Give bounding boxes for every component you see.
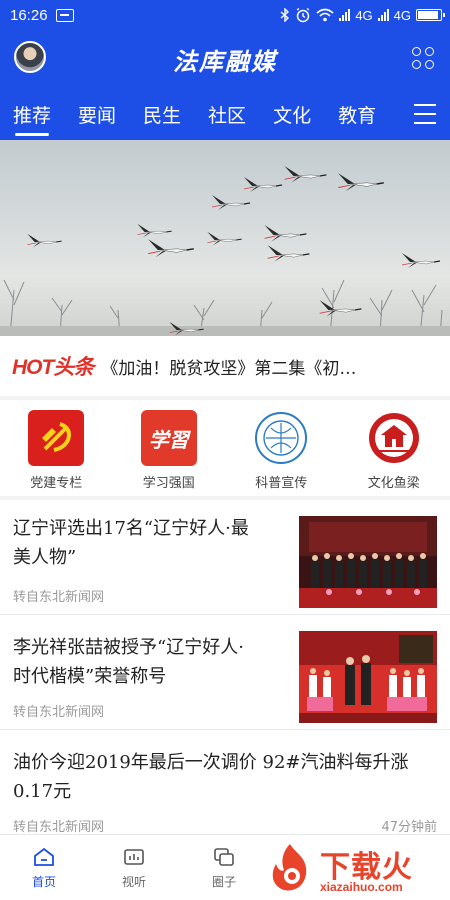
video-icon (124, 849, 144, 865)
watermark: 下载火 xiazaihuo.com (262, 838, 450, 898)
article-source: 转自东北新闻网 (13, 820, 105, 834)
list-item[interactable]: 油价今迎2019年最后一次调价 92#汽油料每升涨 0.17元 转自东北新闻网 … (0, 730, 450, 834)
hot-headline[interactable]: HOT头条 《加油！脱贫攻坚》第二集《初… (0, 336, 450, 396)
list-item[interactable]: 辽宁评选出17名“辽宁好人·最 美人物” 转自东北新闻网 (0, 500, 450, 615)
tab-culture[interactable]: 文化 (273, 88, 311, 140)
banner-image[interactable] (0, 140, 450, 336)
list-item[interactable]: 李光祥张喆被授予“辽宁好人· 时代楷模”荣誉称号 转自东北新闻网 (0, 615, 450, 730)
quick-links: 党建专栏 学習 学习强国 科普宣传 文化鱼梁 (0, 400, 450, 496)
wifi-icon (316, 8, 334, 22)
article-title-line: 李光祥张喆被授予“辽宁好人· (13, 637, 244, 658)
app-title: 法库融媒 (173, 46, 277, 76)
quick-link-label: 科普宣传 (255, 476, 308, 491)
article-title-line: 0.17元 (13, 781, 72, 802)
battery-icon (416, 9, 445, 21)
article-thumbnail (299, 631, 437, 723)
status-icons: 4G 4G (280, 7, 445, 23)
article-time: 47分钟前 (381, 820, 437, 834)
app-header: 16:26 4G 4G 法库融媒 推荐 要闻 民生 社区 文化 教育 (0, 0, 450, 140)
article-thumbnail (299, 516, 437, 608)
quick-link-party[interactable]: 党建专栏 (11, 410, 101, 496)
home-icon (34, 847, 54, 866)
article-title-line: 美人物” (13, 547, 77, 568)
article-title: 辽宁评选出17名“辽宁好人·最 美人物” (13, 514, 293, 572)
tab-livelihood[interactable]: 民生 (143, 88, 181, 140)
flame-logo-icon (272, 844, 307, 891)
xuexi-icon: 学習 (140, 410, 197, 466)
apps-grid-icon[interactable] (412, 47, 434, 69)
cranes-illustration (0, 165, 450, 336)
hot-headline-logo: HOT头条 (12, 356, 94, 379)
quick-link-label: 学习强国 (142, 476, 195, 491)
article-title: 油价今迎2019年最后一次调价 92#汽油料每升涨 0.17元 (13, 748, 443, 806)
tab-news[interactable]: 要闻 (78, 88, 116, 140)
network-type-1: 4G (355, 7, 373, 23)
circle-icon (214, 848, 234, 866)
status-bar: 16:26 4G 4G (0, 0, 450, 30)
article-title: 李光祥张喆被授予“辽宁好人· 时代楷模”荣誉称号 (13, 633, 293, 691)
headline-text[interactable]: 《加油！脱贫攻坚》第二集《初… (101, 354, 416, 379)
nav-home[interactable]: 首页 (14, 847, 74, 890)
article-source: 转自东北新闻网 (13, 590, 105, 605)
signal-icon (339, 9, 351, 21)
tab-education[interactable]: 教育 (338, 88, 376, 140)
category-tabs: 推荐 要闻 民生 社区 文化 教育 (0, 88, 450, 140)
quick-link-xuexi[interactable]: 学習 学习强国 (124, 410, 214, 496)
nav-video[interactable]: 视听 (104, 847, 164, 890)
article-source: 转自东北新闻网 (13, 705, 105, 720)
title-bar: 法库融媒 (0, 30, 450, 88)
article-title-line: 油价今迎2019年最后一次调价 92#汽油料每升涨 (13, 752, 409, 773)
article-title-line: 时代楷模”荣誉称号 (13, 666, 167, 687)
status-time: 16:26 (10, 6, 48, 24)
alarm-icon (296, 7, 310, 23)
avatar[interactable] (14, 41, 46, 73)
nav-label: 圈子 (211, 875, 236, 889)
quick-link-culture[interactable]: 文化鱼梁 (349, 410, 439, 496)
watermark-domain: xiazaihuo.com (320, 880, 403, 894)
nav-label: 首页 (31, 875, 56, 889)
party-emblem-icon (28, 410, 85, 466)
tab-recommend[interactable]: 推荐 (13, 88, 51, 140)
quick-link-label: 文化鱼梁 (367, 476, 420, 491)
message-icon (55, 8, 74, 22)
bluetooth-icon (280, 8, 290, 22)
nav-circle[interactable]: 圈子 (194, 847, 254, 890)
news-feed: 辽宁评选出17名“辽宁好人·最 美人物” 转自东北新闻网 李光祥张喆被授予“辽宁… (0, 500, 450, 834)
tab-community[interactable]: 社区 (208, 88, 246, 140)
nav-label: 视听 (121, 875, 146, 889)
quick-link-science[interactable]: 科普宣传 (236, 410, 326, 496)
signal-icon (377, 9, 389, 21)
science-seal-icon (253, 410, 309, 466)
pavilion-icon (366, 410, 422, 466)
article-title-line: 辽宁评选出17名“辽宁好人·最 (13, 518, 249, 539)
menu-icon[interactable] (414, 104, 436, 124)
quick-link-label: 党建专栏 (30, 476, 83, 491)
network-type-2: 4G (393, 7, 411, 23)
